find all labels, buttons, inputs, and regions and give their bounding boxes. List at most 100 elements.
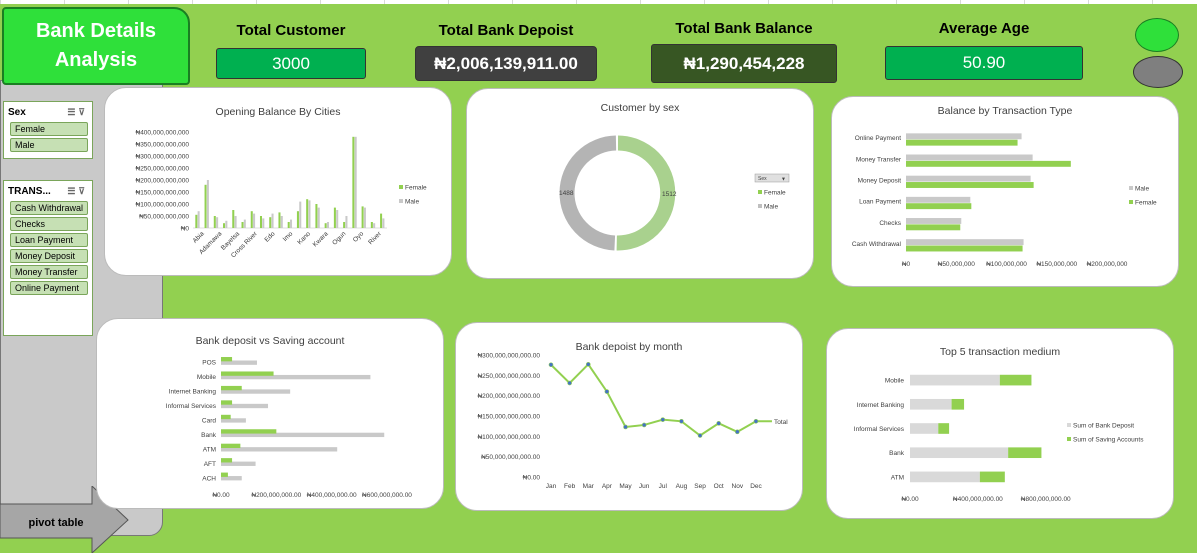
legend-swatch-male bbox=[1129, 186, 1133, 190]
y-tick-label: Cash Withdrawal bbox=[852, 241, 902, 248]
slicer-item-online-payment[interactable]: Online Payment bbox=[10, 281, 88, 295]
series-label-total: Total bbox=[774, 419, 788, 426]
legend-label: Sum of Bank Deposit bbox=[1073, 423, 1134, 430]
x-tick-label: Ogun bbox=[331, 230, 347, 246]
data-label: 1512 bbox=[662, 191, 677, 198]
kpi-value-total-bank-balance: ₦1,290,454,228 bbox=[651, 44, 837, 83]
clear-filter-icon[interactable]: ⊽ bbox=[78, 107, 88, 117]
x-tick-label: Kwara bbox=[312, 230, 330, 248]
bar-female bbox=[361, 206, 364, 228]
slicer-item-loan-payment[interactable]: Loan Payment bbox=[10, 233, 88, 247]
y-tick-label: ₦350,000,000,000 bbox=[136, 142, 190, 149]
slicer-item-male[interactable]: Male bbox=[10, 138, 88, 152]
slicer-item-female[interactable]: Female bbox=[10, 122, 88, 136]
bar-female bbox=[223, 223, 226, 228]
dashboard-title: Bank Details Analysis bbox=[2, 7, 190, 85]
y-tick-label: ₦300,000,000,000.00 bbox=[477, 353, 540, 360]
chart-top5-medium: Mobile Internet Banking Informal Services B… bbox=[854, 374, 1144, 503]
bar-male bbox=[906, 196, 971, 203]
x-tick-label: Jul bbox=[659, 483, 668, 490]
x-tick-label: ₦100,000,000 bbox=[986, 261, 1027, 268]
y-tick-label: ₦0.00 bbox=[523, 475, 541, 482]
slicer-item-cash-withdrawal[interactable]: Cash Withdrawal bbox=[10, 201, 88, 215]
legend-swatch bbox=[1067, 437, 1071, 441]
pivot-table-label: pivot table bbox=[28, 517, 83, 529]
bar-male bbox=[345, 216, 348, 228]
legend-label: Sum of Saving Accounts bbox=[1073, 437, 1144, 444]
bar-male bbox=[317, 207, 320, 228]
kpi-value-total-customer: 3000 bbox=[216, 48, 366, 79]
kpi-label-total-bank-deposit: Total Bank Depoist bbox=[438, 22, 574, 39]
chart-deposit-vs-saving: POS Mobile Internet Banking Informal Servic… bbox=[166, 357, 412, 499]
bar-male bbox=[336, 210, 339, 228]
bar-female bbox=[250, 211, 253, 228]
data-point bbox=[567, 380, 572, 386]
green-circle-shape bbox=[1135, 18, 1179, 52]
bar-saving-account bbox=[221, 429, 277, 434]
y-tick-label: Money Transfer bbox=[856, 156, 902, 163]
kpi-label-total-bank-balance: Total Bank Balance bbox=[675, 20, 813, 37]
x-tick-label: Mar bbox=[583, 483, 595, 490]
bar-male bbox=[382, 218, 385, 228]
y-tick-label: Card bbox=[202, 418, 216, 425]
data-point bbox=[716, 421, 722, 426]
y-tick-label: Loan Payment bbox=[859, 199, 901, 206]
multi-select-icon[interactable]: ☰ bbox=[67, 107, 78, 117]
x-tick-label: Oyo bbox=[352, 230, 366, 244]
slicer-item-money-transfer[interactable]: Money Transfer bbox=[10, 265, 88, 279]
bar-female bbox=[278, 212, 281, 228]
y-tick-label: ACH bbox=[202, 475, 216, 482]
bar-male bbox=[906, 218, 962, 224]
kpi-label-total-customer: Total Customer bbox=[236, 22, 346, 39]
x-tick-label: Nov bbox=[732, 483, 744, 490]
slicer-item-checks[interactable]: Checks bbox=[10, 217, 88, 231]
series-line-total bbox=[550, 362, 772, 437]
x-tick-label: ₦50,000,000 bbox=[938, 261, 976, 268]
legend-swatch bbox=[1067, 423, 1071, 427]
x-tick-label: ₦400,000,000.00 bbox=[307, 492, 357, 499]
x-tick-label: Imo bbox=[282, 230, 295, 243]
x-tick-label: ₦0.00 bbox=[901, 496, 919, 503]
x-tick-label: Apr bbox=[602, 483, 613, 490]
y-tick-label: ₦150,000,000,000 bbox=[136, 190, 190, 197]
bar-male bbox=[354, 136, 357, 228]
multi-select-icon[interactable]: ☰ bbox=[67, 186, 78, 196]
kpi-value-total-bank-deposit: ₦2,006,139,911.00 bbox=[415, 46, 597, 81]
data-point bbox=[604, 389, 610, 394]
x-tick-label: Jan bbox=[546, 483, 557, 490]
y-tick-label: Informal Services bbox=[166, 403, 217, 410]
bar-male bbox=[234, 216, 237, 228]
bar-female bbox=[906, 160, 1071, 167]
slicer-item-money-deposit[interactable]: Money Deposit bbox=[10, 249, 88, 263]
card-opening-balance: Opening Balance By Cities ₦400,000,000,0… bbox=[104, 87, 452, 276]
y-tick-label: ₦200,000,000,000.00 bbox=[477, 393, 540, 400]
bar-male bbox=[906, 154, 1033, 161]
bar-male bbox=[197, 211, 200, 228]
x-tick-label: May bbox=[619, 483, 632, 490]
bar-male bbox=[243, 219, 246, 228]
bar-female bbox=[906, 139, 1018, 146]
x-tick-label: Dec bbox=[750, 483, 762, 490]
bar-female bbox=[204, 184, 207, 228]
clear-filter-icon[interactable]: ⊽ bbox=[78, 186, 88, 196]
legend-label-female: Female bbox=[405, 185, 427, 192]
y-tick-label: Checks bbox=[879, 220, 901, 227]
bar-female bbox=[259, 216, 263, 228]
gray-circle-shape bbox=[1133, 56, 1183, 88]
transaction-slicer-title: TRANS... bbox=[8, 185, 51, 197]
legend-label-male: Male bbox=[1135, 186, 1149, 193]
kpi-value-average-age: 50.90 bbox=[885, 46, 1083, 80]
x-tick-label: Sep bbox=[694, 483, 706, 490]
card-top5-medium: Top 5 transaction medium Mobile Internet … bbox=[826, 328, 1174, 519]
data-label: 1488 bbox=[559, 190, 574, 197]
y-tick-label: ATM bbox=[203, 446, 216, 453]
chart-deposit-by-month: ₦300,000,000,000.00 ₦250,000,000,000.00 ₦2… bbox=[477, 353, 788, 491]
bar-female bbox=[906, 203, 972, 210]
y-tick-label: Bank bbox=[201, 432, 217, 439]
bar-saving-account bbox=[221, 472, 228, 477]
bar-female bbox=[296, 211, 299, 228]
y-tick-label: Bank bbox=[889, 450, 905, 457]
data-point bbox=[697, 433, 703, 438]
x-tick-label: Edo bbox=[263, 230, 276, 243]
legend-label-male: Male bbox=[405, 199, 419, 206]
